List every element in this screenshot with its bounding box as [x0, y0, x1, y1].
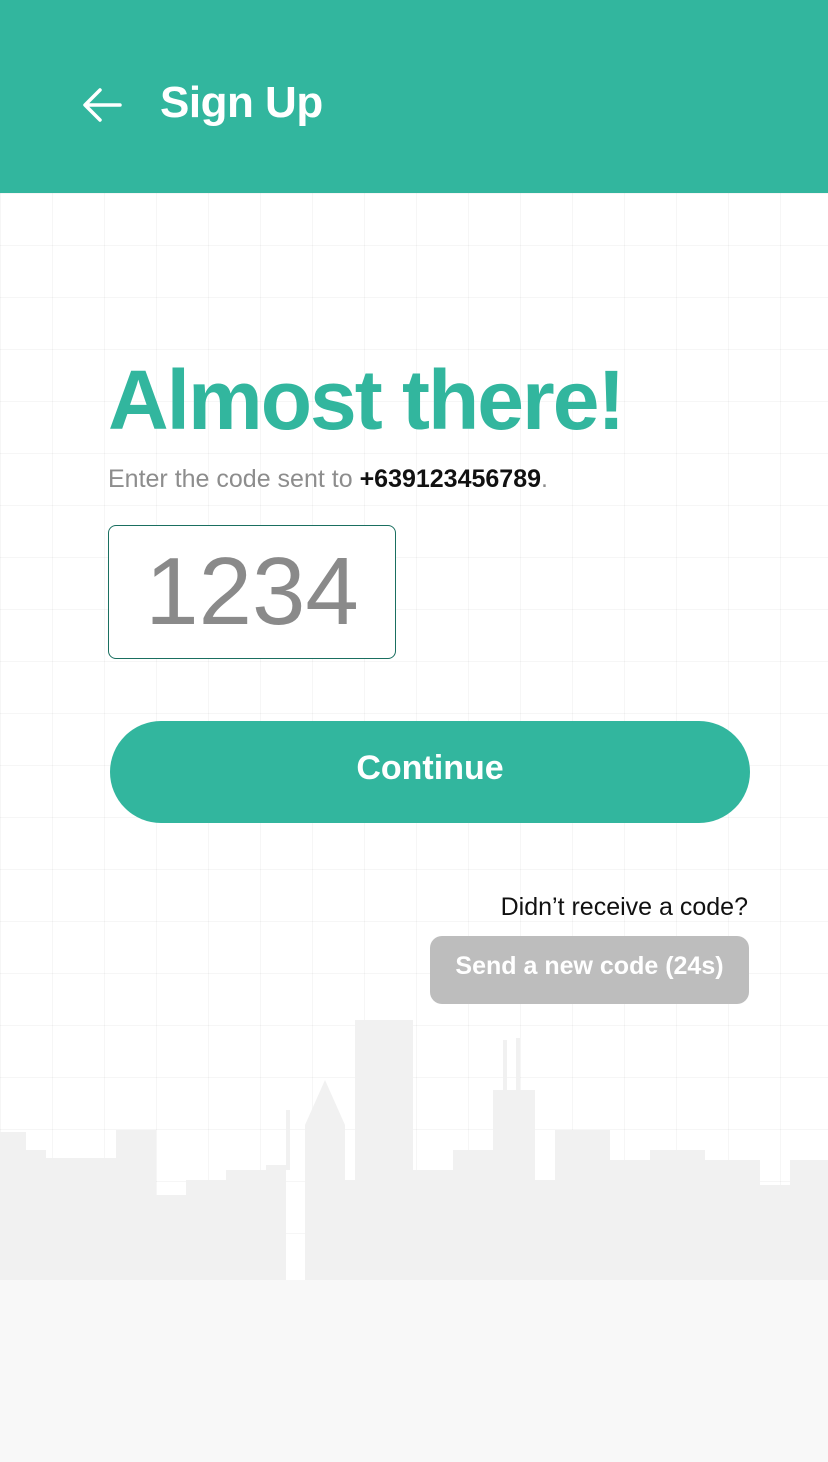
- city-skyline-background: [0, 1020, 828, 1462]
- code-instruction: Enter the code sent to +639123456789.: [108, 465, 548, 494]
- arrow-left-icon: [83, 88, 122, 122]
- headline: Almost there!: [108, 353, 625, 447]
- send-new-code-button[interactable]: Send a new code (24s): [430, 936, 749, 1004]
- page-title: Sign Up: [160, 78, 323, 127]
- phone-number: +639123456789: [359, 465, 542, 493]
- instruction-suffix: .: [541, 465, 548, 493]
- verification-code-input[interactable]: [108, 525, 396, 659]
- resend-prompt: Didn’t receive a code?: [500, 893, 748, 921]
- instruction-prefix: Enter the code sent to: [108, 465, 360, 493]
- back-button[interactable]: [76, 80, 128, 130]
- app-header: Sign Up: [0, 0, 828, 193]
- verify-code-screen: Sign Up Almost there! Enter the code sen…: [0, 0, 828, 1462]
- continue-button[interactable]: Continue: [110, 721, 750, 823]
